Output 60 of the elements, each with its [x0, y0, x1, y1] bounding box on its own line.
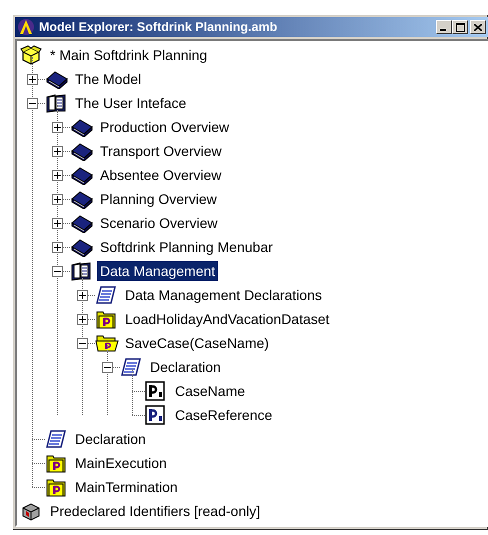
procedure-folder-icon: [95, 309, 117, 329]
close-icon: [474, 24, 482, 30]
collapse-icon[interactable]: [27, 98, 38, 108]
procedure-folder-icon: [45, 453, 67, 473]
tree-item[interactable]: Production Overview: [97, 117, 232, 137]
book-icon: [70, 165, 94, 185]
tree-item[interactable]: Absentee Overview: [97, 165, 224, 185]
book-icon: [45, 69, 69, 89]
expand-icon[interactable]: [52, 242, 63, 252]
tree-item[interactable]: CaseReference: [172, 405, 276, 425]
tree-item[interactable]: MainTermination: [72, 477, 181, 497]
tree-item[interactable]: SaveCase(CaseName): [122, 333, 272, 353]
expand-icon[interactable]: [52, 146, 63, 156]
tree-item[interactable]: MainExecution: [72, 453, 170, 473]
collapse-icon[interactable]: [52, 266, 63, 276]
tree-item[interactable]: Declaration: [72, 429, 149, 449]
parameter-icon: [145, 381, 165, 401]
app-icon: [17, 18, 35, 36]
maximize-icon: [456, 22, 464, 32]
expand-icon[interactable]: [52, 218, 63, 228]
tree-item[interactable]: Softdrink Planning Menubar: [97, 237, 276, 257]
tree-item[interactable]: * Main Softdrink Planning: [47, 45, 210, 65]
window-title: Model Explorer: Softdrink Planning.amb: [39, 20, 278, 34]
tree-item[interactable]: CaseName: [172, 381, 248, 401]
collapse-icon[interactable]: [77, 338, 88, 348]
procedure-folder-icon: [45, 477, 67, 497]
book-icon: [70, 237, 94, 257]
package-icon: [20, 501, 42, 521]
open-book-icon: [45, 93, 67, 113]
expand-icon[interactable]: [27, 74, 38, 84]
scroll-icon: [45, 429, 67, 449]
open-book-icon: [70, 261, 92, 281]
minimize-button[interactable]: [436, 20, 452, 34]
scroll-icon: [95, 285, 117, 305]
tree-item[interactable]: Declaration: [147, 357, 224, 377]
open-folder-icon: [95, 333, 119, 353]
expand-icon[interactable]: [77, 314, 88, 324]
tree-item[interactable]: Data Management: [97, 261, 218, 281]
scroll-icon: [120, 357, 142, 377]
tree-item[interactable]: Scenario Overview: [97, 213, 220, 233]
book-icon: [70, 117, 94, 137]
tree-item[interactable]: The Model: [72, 69, 144, 89]
tree-item[interactable]: Planning Overview: [97, 189, 220, 209]
tree-item[interactable]: Transport Overview: [97, 141, 225, 161]
book-icon: [70, 189, 94, 209]
tree-item[interactable]: The User Inteface: [72, 93, 190, 113]
expand-icon[interactable]: [77, 290, 88, 300]
expand-icon[interactable]: [52, 170, 63, 180]
book-icon: [70, 213, 94, 233]
expand-icon[interactable]: [52, 122, 63, 132]
collapse-icon[interactable]: [102, 362, 113, 372]
book-icon: [70, 141, 94, 161]
tree-item[interactable]: Data Management Declarations: [122, 285, 325, 305]
box-icon: [20, 45, 42, 65]
expand-icon[interactable]: [52, 194, 63, 204]
maximize-button[interactable]: [452, 20, 468, 34]
close-button[interactable]: [470, 20, 486, 34]
parameter-icon: [145, 405, 165, 425]
tree-item[interactable]: Predeclared Identifiers [read-only]: [47, 501, 264, 521]
tree-item[interactable]: LoadHolidayAndVacationDataset: [122, 309, 332, 329]
